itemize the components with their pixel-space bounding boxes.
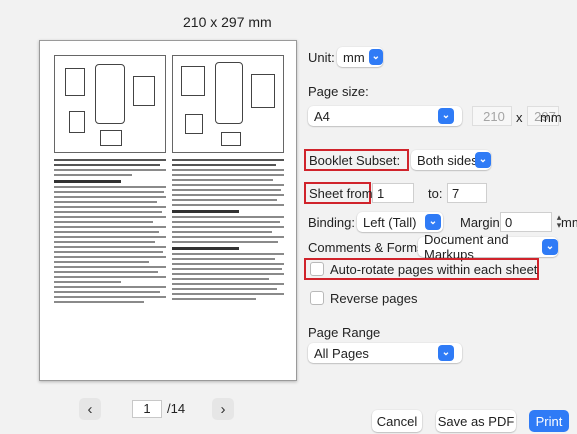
chevron-updown-icon: ⌄ [438,345,454,361]
auto-rotate-checkbox[interactable] [310,262,324,276]
page-total-label: /14 [167,401,186,416]
print-button[interactable]: Print [529,410,569,432]
preview-right-column [172,55,284,303]
save-as-pdf-button[interactable]: Save as PDF [436,410,516,432]
page-range-popup[interactable]: All Pages ⌄ [308,343,462,363]
chevron-updown-icon: ⌄ [425,214,441,230]
page-preview [39,40,297,381]
booklet-subset-value: Both sides [417,152,478,168]
size-separator: x [516,110,523,125]
chevron-updown-icon: ⌄ [438,108,454,124]
margin-unit-label: mm [561,215,577,230]
sheet-to-field[interactable]: 7 [447,183,487,203]
size-unit-label: mm [540,110,562,125]
chevron-right-icon: › [220,400,226,418]
sheet-to-label: to: [428,186,443,201]
unit-label: Unit: [308,50,335,65]
sheet-from-label: Sheet from: [309,186,377,201]
unit-popup[interactable]: mm ⌄ [337,47,383,67]
page-width-field: 210 [472,106,512,126]
page-range-value: All Pages [314,345,369,361]
binding-label: Binding: [308,215,355,230]
reverse-pages-checkbox[interactable] [310,291,324,305]
booklet-subset-popup[interactable]: Both sides ⌄ [411,150,491,170]
page-size-label: Page size: [308,84,369,99]
preview-left-column [54,55,166,306]
comments-forms-label: Comments & Forms: [308,240,428,255]
cancel-button[interactable]: Cancel [372,410,422,432]
page-number-field[interactable]: 1 [132,400,162,418]
next-page-button[interactable]: › [212,398,234,420]
chevron-left-icon: ‹ [87,400,93,418]
booklet-subset-label: Booklet Subset: [309,153,401,168]
margin-field[interactable]: 0 [500,212,552,232]
paper-size-label: 210 x 297 mm [183,14,272,30]
page-size-popup[interactable]: A4 ⌄ [308,106,462,126]
chevron-updown-icon: ⌄ [368,49,383,65]
sheet-from-field[interactable]: 1 [372,183,414,203]
preview-figure-right [172,55,284,153]
reverse-pages-label: Reverse pages [330,291,418,306]
binding-popup[interactable]: Left (Tall) ⌄ [357,212,443,232]
page-range-label: Page Range [308,325,381,340]
unit-value: mm [343,49,365,65]
comments-forms-popup[interactable]: Document and Markups ⌄ [418,232,558,262]
chevron-updown-icon: ⌄ [542,239,558,255]
margin-label: Margin: [460,215,504,230]
preview-figure-left [54,55,166,153]
page-size-value: A4 [314,108,330,124]
chevron-updown-icon: ⌄ [475,152,491,168]
binding-value: Left (Tall) [363,214,417,230]
auto-rotate-label: Auto-rotate pages within each sheet [330,262,538,277]
previous-page-button[interactable]: ‹ [79,398,101,420]
